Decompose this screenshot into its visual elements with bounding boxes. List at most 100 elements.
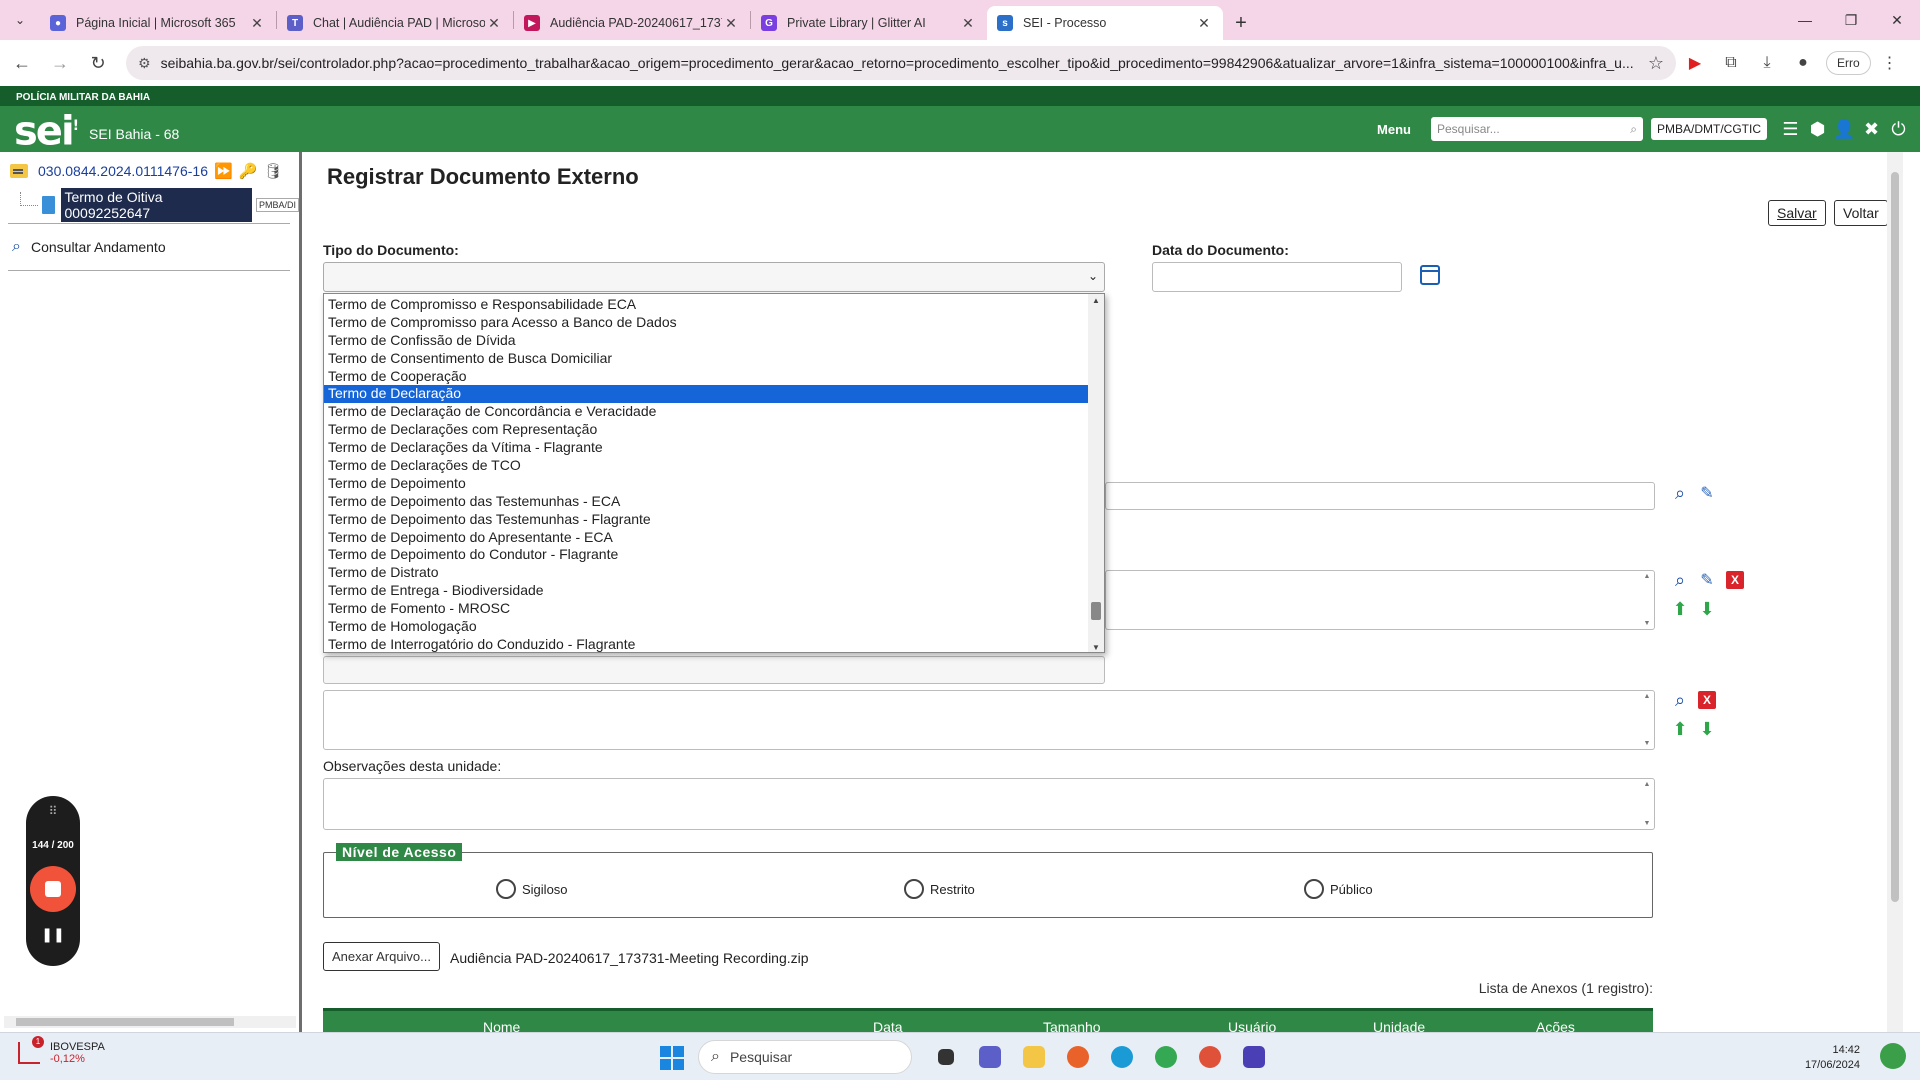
tipo-dropdown-list[interactable]: Termo de Compromisso e Responsabilidade … [323, 293, 1105, 653]
power-icon[interactable]: ⏻ [1885, 119, 1912, 140]
remetente-input[interactable] [1105, 482, 1655, 510]
minimize-icon[interactable]: — [1782, 0, 1828, 40]
database-icon[interactable]: 🛢 [263, 162, 282, 180]
error-button[interactable]: Erro [1826, 51, 1871, 75]
browser-menu-icon[interactable]: ⋮ [1873, 46, 1907, 80]
sei-search-input[interactable]: Pesquisar... ⌕ [1431, 117, 1643, 141]
edit-icon[interactable]: ✎ [1697, 483, 1717, 503]
dropdown-option[interactable]: Termo de Interrogatório do Conduzido - F… [324, 636, 1088, 652]
dropdown-option[interactable]: Termo de Depoimento das Testemunhas - EC… [324, 493, 1088, 511]
dropdown-option[interactable]: Termo de Declarações com Representação [324, 421, 1088, 439]
alert-icon[interactable]: ⬢ [1804, 119, 1831, 140]
dropdown-option[interactable]: Termo de Cooperação [324, 368, 1088, 386]
tipo-select[interactable]: ⌄ [323, 262, 1105, 292]
sei-logo[interactable]: sei! [14, 106, 79, 152]
close-window-icon[interactable]: ✕ [1874, 0, 1920, 40]
reload-icon[interactable]: ↻ [82, 47, 114, 79]
textarea-scrollbar[interactable]: ▲ ▼ [1642, 781, 1652, 827]
scroll-thumb[interactable] [16, 1018, 234, 1026]
app-q-icon[interactable] [1232, 1041, 1276, 1073]
edge-icon[interactable] [1100, 1041, 1144, 1073]
extensions-icon[interactable]: ⧉ [1714, 46, 1748, 80]
radio-circle[interactable] [1304, 879, 1324, 899]
destinatarios-textarea[interactable]: ▲ ▼ [323, 690, 1655, 750]
dropdown-option[interactable]: Termo de Declarações da Vítima - Flagran… [324, 439, 1088, 457]
radio-sigiloso[interactable]: Sigiloso [496, 879, 568, 899]
dropdown-option[interactable]: Termo de Depoimento [324, 475, 1088, 493]
task-view-icon[interactable] [924, 1041, 968, 1073]
radio-circle[interactable] [496, 879, 516, 899]
list-icon[interactable]: ☰ [1777, 119, 1804, 140]
search-icon[interactable]: ⌕ [1670, 690, 1690, 710]
restore-icon[interactable]: ❐ [1828, 0, 1874, 40]
close-tab-icon[interactable]: ✕ [248, 15, 266, 32]
close-tab-icon[interactable]: ✕ [959, 15, 977, 32]
radio-restrito[interactable]: Restrito [904, 879, 975, 899]
dropdown-option[interactable]: Termo de Consentimento de Busca Domicili… [324, 350, 1088, 368]
dropdown-option[interactable]: Termo de Distrato [324, 564, 1088, 582]
arrow-down-icon[interactable]: ⬇ [1697, 599, 1717, 619]
textarea-scrollbar[interactable]: ▲ ▼ [1642, 693, 1652, 747]
forward-circle-icon[interactable]: ⏩ [214, 162, 233, 180]
stock-widget[interactable]: 1 IBOVESPA -0,12% [18, 1036, 105, 1065]
tree-process-node[interactable]: 030.0844.2024.0111476-16 ⏩ 🔑 🛢 [10, 162, 282, 180]
tab-m365[interactable]: ● Página Inicial | Microsoft 365 ✕ [40, 6, 276, 40]
calendar-icon[interactable] [1420, 265, 1440, 285]
data-input[interactable] [1152, 262, 1402, 292]
dropdown-scrollbar[interactable]: ▲ ▼ [1088, 294, 1104, 652]
search-icon[interactable]: ⌕ [1670, 483, 1690, 503]
close-tab-icon[interactable]: ✕ [1195, 15, 1213, 32]
dropdown-option[interactable]: Termo de Fomento - MROSC [324, 600, 1088, 618]
chrome-active-icon[interactable] [1188, 1041, 1232, 1073]
system-clock[interactable]: 14:42 17/06/2024 [1805, 1043, 1860, 1073]
arrow-up-icon[interactable]: ⬆ [1670, 719, 1690, 739]
address-bar[interactable]: ⚙ seibahia.ba.gov.br/sei/controlador.php… [126, 46, 1676, 80]
new-tab-button[interactable]: + [1223, 6, 1259, 40]
firefox-icon[interactable] [1056, 1041, 1100, 1073]
dropdown-option[interactable]: Termo de Entrega - Biodiversidade [324, 582, 1088, 600]
process-number-link[interactable]: 030.0844.2024.0111476-16 [38, 163, 208, 179]
document-link[interactable]: Termo de Oitiva 00092252647 [61, 188, 252, 222]
save-button[interactable]: Salvar [1768, 200, 1826, 226]
weather-icon[interactable] [1880, 1043, 1906, 1069]
scroll-thumb[interactable] [1891, 172, 1899, 902]
back-button[interactable]: Voltar [1834, 200, 1888, 226]
drag-handle-icon[interactable]: ⠿ [26, 804, 80, 818]
user-icon[interactable]: 👤 [1831, 119, 1858, 140]
teams-app-icon[interactable] [968, 1041, 1012, 1073]
dropdown-option[interactable]: Termo de Declaração [324, 385, 1088, 404]
tab-sei-processo[interactable]: s SEI - Processo ✕ [987, 6, 1223, 40]
consultar-andamento-link[interactable]: ⌕ Consultar Andamento [12, 238, 166, 256]
dropdown-option[interactable]: Termo de Compromisso e Responsabilidade … [324, 296, 1088, 314]
destinatarios-input[interactable] [323, 656, 1105, 684]
forward-icon[interactable]: → [44, 47, 76, 79]
interessados-textarea[interactable]: ▲ ▼ [1105, 570, 1655, 630]
close-tab-icon[interactable]: ✕ [485, 15, 503, 32]
arrow-down-icon[interactable]: ⬇ [1697, 719, 1717, 739]
edit-icon[interactable]: ✎ [1697, 570, 1717, 590]
remove-icon[interactable]: X [1698, 691, 1716, 709]
remove-icon[interactable]: X [1726, 571, 1744, 589]
dropdown-option[interactable]: Termo de Depoimento das Testemunhas - Fl… [324, 511, 1088, 529]
dropdown-option[interactable]: Termo de Confissão de Dívida [324, 332, 1088, 350]
bookmark-star-icon[interactable]: ☆ [1648, 53, 1664, 74]
youtube-extension-icon[interactable]: ▶ [1678, 46, 1712, 80]
file-explorer-icon[interactable] [1012, 1041, 1056, 1073]
profile-avatar-icon[interactable]: ● [1786, 46, 1820, 80]
scroll-up-icon[interactable]: ▲ [1088, 296, 1104, 305]
taskbar-search[interactable]: ⌕ Pesquisar [698, 1040, 912, 1074]
dropdown-option[interactable]: Termo de Depoimento do Condutor - Flagra… [324, 546, 1088, 564]
search-icon[interactable]: ⌕ [1630, 122, 1637, 137]
back-icon[interactable]: ← [6, 47, 38, 79]
dropdown-option[interactable]: Termo de Compromisso para Acesso a Banco… [324, 314, 1088, 332]
radio-circle[interactable] [904, 879, 924, 899]
tree-document-node[interactable]: Termo de Oitiva 00092252647 PMBA/DI [20, 188, 299, 222]
chrome-icon[interactable] [1144, 1041, 1188, 1073]
download-icon[interactable]: ⤓ [1750, 46, 1784, 80]
radio-publico[interactable]: Público [1304, 879, 1373, 899]
windows-start-icon[interactable] [660, 1046, 684, 1070]
arrow-up-icon[interactable]: ⬆ [1670, 599, 1690, 619]
url-text[interactable]: seibahia.ba.gov.br/sei/controlador.php?a… [161, 55, 1648, 71]
site-info-icon[interactable]: ⚙ [138, 55, 151, 72]
search-icon[interactable]: ⌕ [1670, 570, 1690, 590]
